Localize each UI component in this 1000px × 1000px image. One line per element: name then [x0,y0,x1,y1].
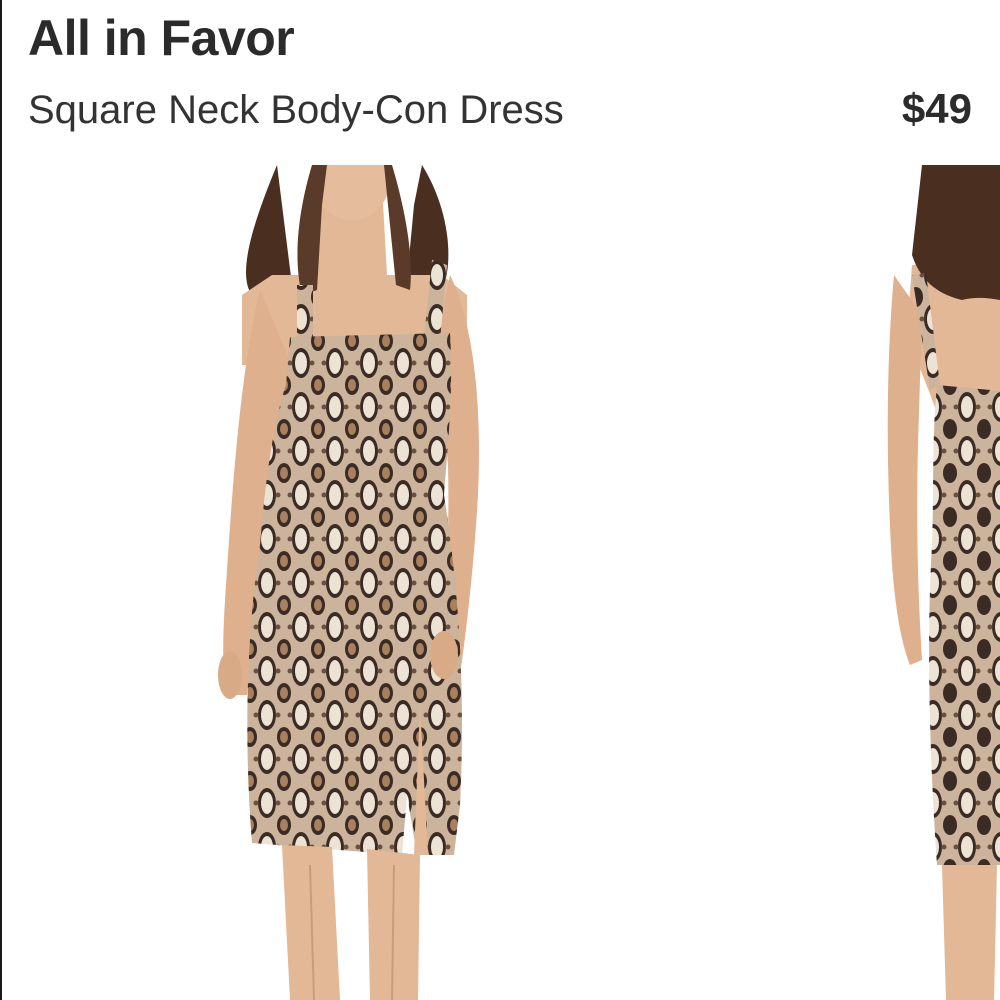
brand-name[interactable]: All in Favor [28,8,295,68]
product-image-carousel[interactable] [2,165,1000,1000]
product-photo-back[interactable] [882,165,1000,1000]
listing-header: All in Favor Square Neck Body-Con Dress … [28,0,972,160]
product-title: Square Neck Body-Con Dress [28,88,564,132]
product-price: $49 [901,85,972,132]
product-photo-front[interactable] [182,165,522,1000]
